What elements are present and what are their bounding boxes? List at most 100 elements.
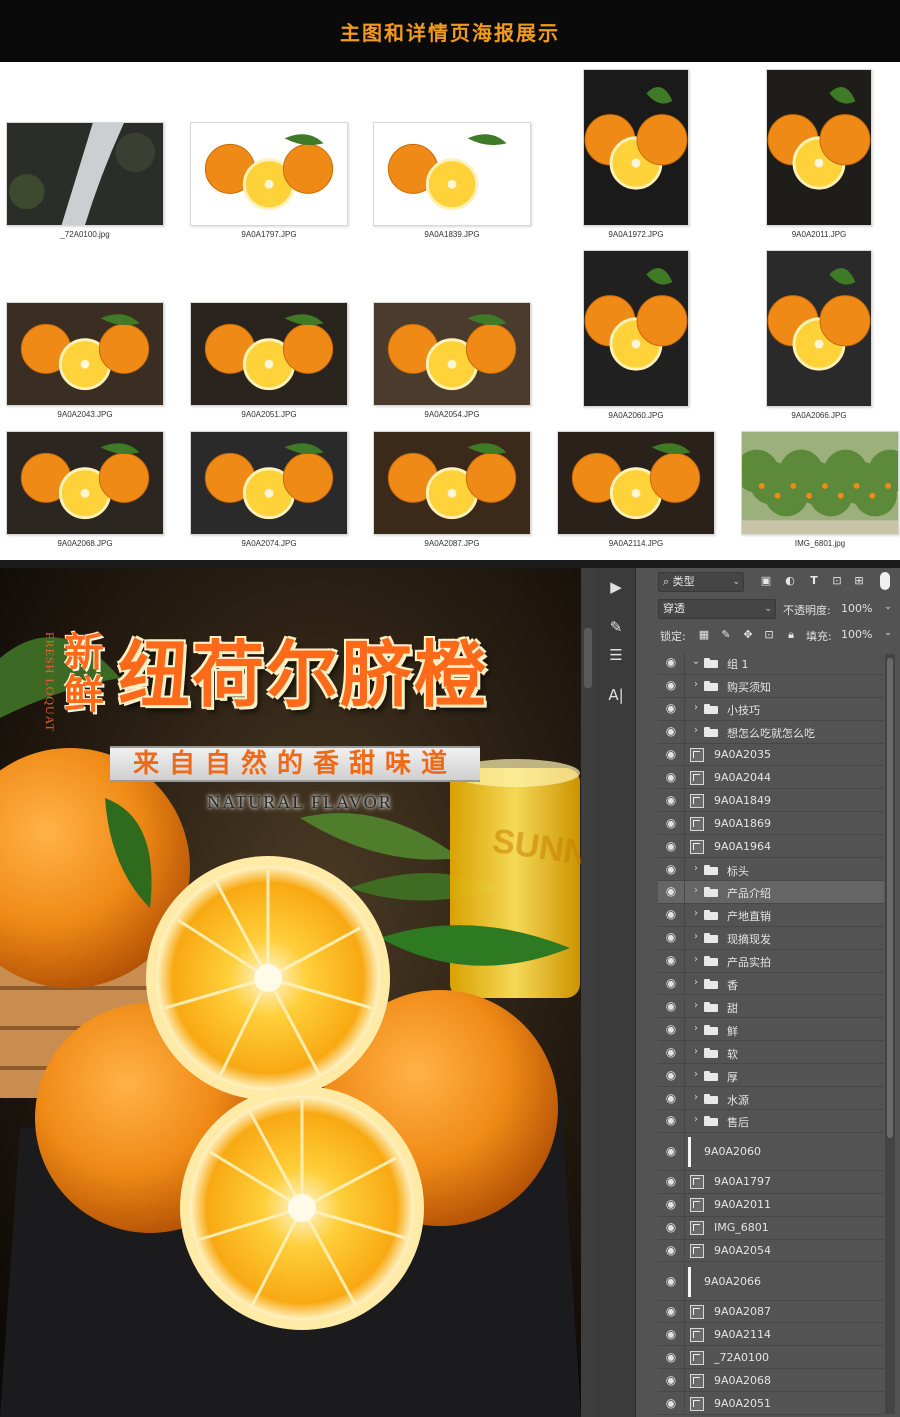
layer-row[interactable]: ◉ › 香 [658, 972, 884, 996]
layer-row[interactable]: ◉ 9A0A1797 [658, 1170, 884, 1194]
brush-settings-icon[interactable]: ✎ [605, 616, 627, 638]
thumbnail-item[interactable]: 9A0A2074.JPG [190, 431, 348, 551]
chevron-right-icon[interactable]: › [691, 931, 701, 942]
smart-object-filter-icon[interactable]: ⊞ [851, 574, 867, 587]
thumbnail-item[interactable]: _72A0100.jpg [6, 122, 164, 242]
lock-all-icon[interactable]: 🔒︎ [783, 628, 799, 642]
eye-icon[interactable]: ◉ [662, 1068, 680, 1082]
eye-icon[interactable]: ◉ [662, 1396, 680, 1410]
eye-icon[interactable]: ◉ [662, 1045, 680, 1059]
fill-value[interactable]: 100% [841, 628, 872, 641]
eye-icon[interactable]: ◉ [662, 655, 680, 669]
adjustment-filter-icon[interactable]: ◐ [782, 574, 798, 587]
thumbnail-image[interactable] [373, 302, 531, 406]
type-filter-icon[interactable]: T [806, 574, 822, 587]
layer-row[interactable]: ◉ 9A0A2066 [658, 1262, 884, 1301]
layer-row[interactable]: ◉ › 小技巧 [658, 697, 884, 721]
scrollbar-thumb[interactable] [887, 658, 893, 1138]
thumbnail-image[interactable] [190, 302, 348, 406]
chevron-down-icon[interactable]: ⌄ [691, 656, 701, 667]
eye-icon[interactable]: ◉ [662, 747, 680, 761]
layer-row[interactable]: ◉ › 标头 [658, 858, 884, 881]
layer-filter-select[interactable]: ⌕ 类型 ⌄ [658, 572, 744, 592]
thumbnail-image[interactable] [6, 431, 164, 535]
thumbnail-item[interactable]: 9A0A2087.JPG [373, 431, 531, 551]
eye-icon[interactable]: ◉ [662, 724, 680, 738]
thumbnail-item[interactable]: 9A0A2011.JPG [766, 69, 872, 242]
panel-scrollbar[interactable] [581, 568, 595, 1417]
layer-row[interactable]: ◉ › 售后 [658, 1110, 884, 1133]
character-icon[interactable]: A| [605, 684, 627, 706]
eye-icon[interactable]: ◉ [662, 678, 680, 692]
lock-pixels-icon[interactable]: ✎ [718, 628, 734, 641]
chevron-right-icon[interactable]: › [691, 1023, 701, 1034]
lock-position-icon[interactable]: ✥ [740, 628, 756, 641]
eye-icon[interactable]: ◉ [662, 953, 680, 967]
layer-row[interactable]: ◉ › 产品介绍 [658, 881, 884, 904]
chevron-down-icon[interactable]: ⌄ [880, 602, 896, 612]
thumbnail-item[interactable]: 9A0A2068.JPG [6, 431, 164, 551]
layer-row[interactable]: ◉ 9A0A2051 [658, 1392, 884, 1415]
chevron-right-icon[interactable]: › [691, 908, 701, 919]
eye-icon[interactable]: ◉ [662, 1144, 680, 1158]
eye-icon[interactable]: ◉ [662, 1243, 680, 1257]
eye-icon[interactable]: ◉ [662, 1304, 680, 1318]
thumbnail-image[interactable] [6, 302, 164, 406]
eye-icon[interactable]: ◉ [662, 1327, 680, 1341]
eye-icon[interactable]: ◉ [662, 1197, 680, 1211]
adjustments-icon[interactable]: ☰ [605, 644, 627, 666]
layer-row[interactable]: ◉ › 厚 [658, 1064, 884, 1088]
thumbnail-item[interactable]: 9A0A2054.JPG [373, 302, 531, 422]
layer-row[interactable]: ◉ 9A0A1964 [658, 835, 884, 859]
thumbnail-item[interactable]: IMG_6801.jpg [741, 431, 899, 551]
eye-icon[interactable]: ◉ [662, 793, 680, 807]
layer-row[interactable]: ◉ _72A0100 [658, 1346, 884, 1370]
opacity-value[interactable]: 100% [841, 602, 872, 615]
eye-icon[interactable]: ◉ [662, 1022, 680, 1036]
chevron-right-icon[interactable]: › [691, 725, 701, 736]
layer-row[interactable]: ◉ › 甜 [658, 995, 884, 1019]
layer-row[interactable]: ◉ › 现摘现发 [658, 926, 884, 950]
thumbnail-item[interactable]: 9A0A1839.JPG [373, 122, 531, 242]
eye-icon[interactable]: ◉ [662, 884, 680, 898]
pixel-filter-icon[interactable]: ▣ [758, 574, 774, 587]
thumbnail-image[interactable] [373, 431, 531, 535]
thumbnail-image[interactable] [583, 250, 689, 407]
eye-icon[interactable]: ◉ [662, 816, 680, 830]
layer-row[interactable]: ◉ › 想怎么吃就怎么吃 [658, 720, 884, 744]
blend-mode-select[interactable]: 穿透 ⌄ [658, 599, 776, 619]
layer-list-scrollbar[interactable] [885, 654, 895, 1414]
thumbnail-item[interactable]: 9A0A1972.JPG [583, 69, 689, 242]
eye-icon[interactable]: ◉ [662, 1373, 680, 1387]
thumbnail-item[interactable]: 9A0A2051.JPG [190, 302, 348, 422]
thumbnail-image[interactable] [583, 69, 689, 226]
layer-row[interactable]: ◉ ⌄ 组 1 [658, 652, 884, 675]
layer-row[interactable]: ◉ 9A0A2054 [658, 1239, 884, 1263]
thumbnail-image[interactable] [373, 122, 531, 226]
chevron-right-icon[interactable]: › [691, 1069, 701, 1080]
eye-icon[interactable]: ◉ [662, 976, 680, 990]
layer-row[interactable]: ◉ › 产品实拍 [658, 949, 884, 973]
chevron-right-icon[interactable]: › [691, 1046, 701, 1057]
layer-row[interactable]: ◉ 9A0A2060 [658, 1132, 884, 1171]
play-icon[interactable]: ▶ [605, 576, 627, 598]
thumbnail-item[interactable]: 9A0A2060.JPG [583, 250, 689, 423]
eye-icon[interactable]: ◉ [662, 1220, 680, 1234]
thumbnail-image[interactable] [190, 122, 348, 226]
thumbnail-image[interactable] [557, 431, 715, 535]
chevron-right-icon[interactable]: › [691, 679, 701, 690]
eye-icon[interactable]: ◉ [662, 930, 680, 944]
eye-icon[interactable]: ◉ [662, 862, 680, 876]
layer-row[interactable]: ◉ 9A0A2011 [658, 1193, 884, 1217]
layer-row[interactable]: ◉ › 购买须知 [658, 674, 884, 698]
shape-filter-icon[interactable]: ⊡ [829, 574, 845, 587]
chevron-right-icon[interactable]: › [691, 954, 701, 965]
lock-artboard-icon[interactable]: ⊡ [761, 628, 777, 641]
layer-row[interactable]: ◉ 9A0A1849 [658, 789, 884, 813]
layer-row[interactable]: ◉ 9A0A2087 [658, 1300, 884, 1324]
chevron-right-icon[interactable]: › [691, 1092, 701, 1103]
thumbnail-image[interactable] [741, 431, 899, 535]
lock-transparent-icon[interactable]: ▦ [696, 628, 712, 641]
chevron-down-icon[interactable]: ⌄ [880, 628, 896, 638]
chevron-right-icon[interactable]: › [691, 702, 701, 713]
